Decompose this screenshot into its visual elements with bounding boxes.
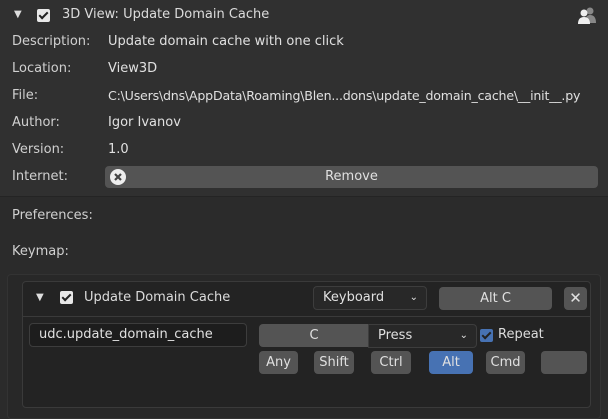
addon-enabled-checkbox[interactable] — [37, 9, 50, 22]
remove-keymap-item-button[interactable]: ✕ — [564, 287, 587, 310]
modifier-key[interactable] — [541, 351, 587, 374]
input-type-value: Keyboard — [323, 290, 385, 305]
user-addon-icon — [578, 7, 596, 24]
input-type-dropdown[interactable]: Keyboard ⌄ — [313, 286, 427, 310]
shortcut-button[interactable]: Alt C — [439, 287, 552, 310]
modifier-shift[interactable]: Shift — [314, 351, 354, 374]
repeat-label: Repeat — [498, 327, 544, 342]
chevron-down-icon: ⌄ — [459, 330, 468, 341]
remove-x-circle-icon — [110, 169, 126, 185]
version-label: Version: — [12, 142, 65, 157]
event-dropdown[interactable]: Press ⌄ — [368, 324, 477, 348]
location-label: Location: — [12, 61, 72, 76]
file-label: File: — [12, 88, 39, 103]
keymap-item-enabled-checkbox[interactable] — [60, 291, 73, 304]
description-label: Description: — [12, 34, 91, 49]
addon-title: 3D View: Update Domain Cache — [62, 7, 270, 22]
remove-button[interactable]: Remove — [105, 166, 598, 188]
modifier-cmd[interactable]: Cmd — [486, 351, 525, 374]
modifier-any[interactable]: Any — [259, 351, 298, 374]
modifier-ctrl[interactable]: Ctrl — [371, 351, 411, 374]
preferences-label: Preferences: — [12, 208, 93, 223]
author-label: Author: — [12, 115, 60, 130]
addon-panel: ▼ 3D View: Update Domain Cache Descripti… — [0, 0, 608, 197]
author-value: Igor Ivanov — [108, 115, 181, 130]
key-button[interactable]: C — [259, 324, 369, 347]
repeat-checkbox[interactable] — [480, 329, 493, 342]
collapse-triangle-icon[interactable]: ▼ — [14, 9, 22, 20]
description-value: Update domain cache with one click — [108, 34, 344, 49]
divider — [23, 316, 590, 317]
remove-label: Remove — [325, 169, 378, 184]
close-icon: ✕ — [569, 289, 582, 307]
keymap-item-name: Update Domain Cache — [84, 290, 231, 305]
internet-label: Internet: — [12, 169, 68, 184]
file-value: C:\Users\dns\AppData\Roaming\Blen...dons… — [108, 88, 581, 103]
keymap-label: Keymap: — [12, 244, 69, 259]
chevron-down-icon: ⌄ — [409, 292, 418, 303]
event-value: Press — [378, 328, 413, 343]
modifier-alt[interactable]: Alt — [429, 351, 473, 374]
operator-input[interactable]: udc.update_domain_cache — [29, 323, 247, 347]
version-value: 1.0 — [108, 142, 129, 157]
location-value: View3D — [108, 61, 158, 76]
keymap-item-expand-icon[interactable]: ▼ — [36, 292, 44, 303]
